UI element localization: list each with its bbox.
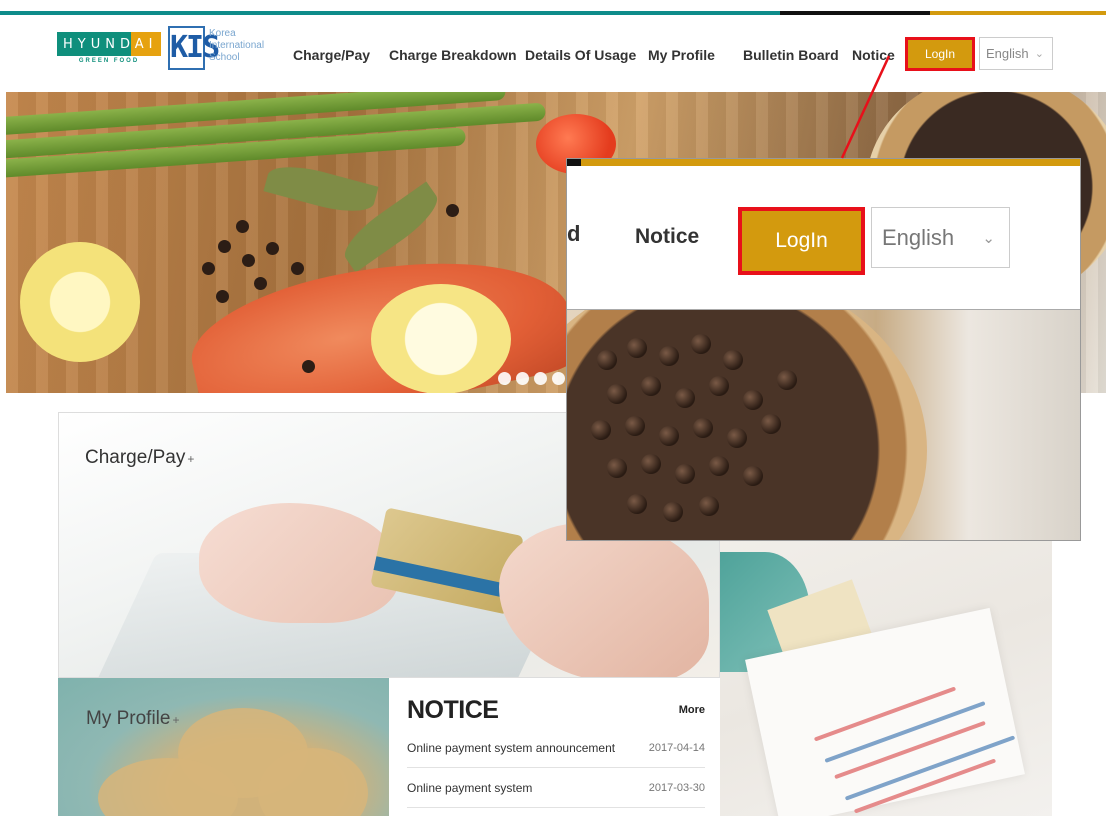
zoom-language-value: English — [882, 224, 955, 250]
peppercorn — [761, 414, 781, 434]
peppercorn — [699, 496, 719, 516]
notice-item[interactable]: Online payment system announcement 2017-… — [407, 728, 705, 768]
peppercorn — [216, 290, 229, 303]
notice-item-title: Online payment system — [407, 780, 533, 795]
hyundai-green-food-logo[interactable]: HYUNDAI GREEN FOOD — [57, 32, 161, 68]
lemon-slice — [371, 284, 511, 393]
hand-photo — [199, 503, 399, 623]
hand-photo — [499, 523, 709, 677]
peppercorn — [659, 346, 679, 366]
peppercorn — [723, 350, 743, 370]
peppercorn — [627, 494, 647, 514]
plus-icon: + — [187, 452, 195, 466]
kis-logo-line-1: Korea — [209, 28, 236, 39]
peppercorn — [727, 428, 747, 448]
peppercorn — [663, 502, 683, 522]
peppercorn — [591, 420, 611, 440]
notice-item-date: 2017-03-30 — [648, 781, 705, 794]
login-button[interactable]: LogIn — [905, 37, 975, 71]
zoom-language-select: English ⌄ — [871, 207, 1010, 268]
zoom-nav-fragment: d — [567, 221, 581, 246]
zoom-bowl — [567, 310, 927, 540]
peppercorn — [266, 242, 279, 255]
kis-logo-line-3: School — [209, 52, 240, 63]
peppercorn — [641, 454, 661, 474]
zoom-nav-notice: Notice — [635, 225, 700, 248]
carousel-dot[interactable] — [552, 372, 565, 385]
language-select-value: English — [986, 46, 1029, 61]
zoom-accent-bar — [567, 159, 1080, 166]
peppercorn — [777, 370, 797, 390]
hyundai-logo-word: HYUNDAI — [63, 36, 158, 52]
zoom-accent-black — [567, 159, 581, 166]
nav-bulletin-board[interactable]: Bulletin Board — [743, 47, 839, 63]
carousel-dot[interactable] — [516, 372, 529, 385]
peppercorn — [607, 458, 627, 478]
peppercorn — [202, 262, 215, 275]
peppercorn — [709, 376, 729, 396]
peppercorn — [675, 388, 695, 408]
notice-item-title: Online payment system announcement — [407, 740, 616, 755]
my-profile-card-title[interactable]: My Profile + — [86, 708, 179, 730]
peppercorn — [236, 220, 249, 233]
nav-charge-pay[interactable]: Charge/Pay — [293, 47, 370, 63]
nav-details-of-usage[interactable]: Details Of Usage — [525, 47, 636, 63]
peppercorn — [693, 418, 713, 438]
charge-pay-card-label: Charge/Pay — [85, 447, 186, 468]
notice-item[interactable]: Online payment system 2017-03-30 — [407, 768, 705, 808]
notice-panel: NOTICE More Online payment system announ… — [389, 678, 720, 816]
peppercorn — [291, 262, 304, 275]
kis-logo-text: Korea International School — [209, 28, 264, 64]
kis-logo-line-2: International — [209, 40, 265, 51]
nav-notice[interactable]: Notice — [852, 47, 895, 63]
notice-item-date: 2017-04-14 — [648, 741, 705, 754]
carousel-dot[interactable] — [498, 372, 511, 385]
charge-pay-card-title[interactable]: Charge/Pay + — [85, 447, 194, 469]
peppercorn — [446, 204, 459, 217]
chevron-down-icon: ⌄ — [1034, 48, 1044, 60]
zoom-peppercorn-photo — [567, 309, 1080, 540]
notice-title: NOTICE — [407, 696, 499, 724]
site-header: HYUNDAI GREEN FOOD KIS Korea Internation… — [0, 15, 1106, 92]
peppercorn — [641, 376, 661, 396]
peppercorn — [607, 384, 627, 404]
peppercorn — [691, 334, 711, 354]
zoom-callout-panel: d Notice LogIn English ⌄ — [566, 158, 1081, 541]
chevron-down-icon: ⌄ — [982, 230, 995, 247]
peppercorn — [659, 426, 679, 446]
nav-my-profile[interactable]: My Profile — [648, 47, 715, 63]
my-profile-card-label: My Profile — [86, 708, 171, 729]
peppercorn — [627, 338, 647, 358]
nav-charge-breakdown[interactable]: Charge Breakdown — [389, 47, 517, 63]
hyundai-logo-bar: HYUNDAI — [57, 32, 161, 56]
hyundai-logo-sub: GREEN FOOD — [78, 58, 140, 64]
zoom-login-button: LogIn — [738, 207, 865, 275]
peppercorn — [254, 277, 267, 290]
lemon-slice — [20, 242, 140, 362]
kis-logo[interactable]: KIS Korea International School — [168, 26, 268, 70]
peppercorn — [218, 240, 231, 253]
peppercorn — [597, 350, 617, 370]
notice-more-link[interactable]: More — [679, 704, 705, 716]
language-select[interactable]: English ⌄ — [979, 37, 1053, 70]
peppercorn — [242, 254, 255, 267]
peppercorn — [675, 464, 695, 484]
peppercorn — [743, 390, 763, 410]
peppercorn — [302, 360, 315, 373]
peppercorn — [743, 466, 763, 486]
kis-logo-mark: KIS — [168, 26, 220, 70]
peppercorn — [625, 416, 645, 436]
peppercorn — [709, 456, 729, 476]
carousel-dot[interactable] — [534, 372, 547, 385]
my-profile-card[interactable]: My Profile + — [58, 678, 389, 816]
plus-icon: + — [172, 713, 180, 727]
carousel-dots — [498, 372, 565, 385]
